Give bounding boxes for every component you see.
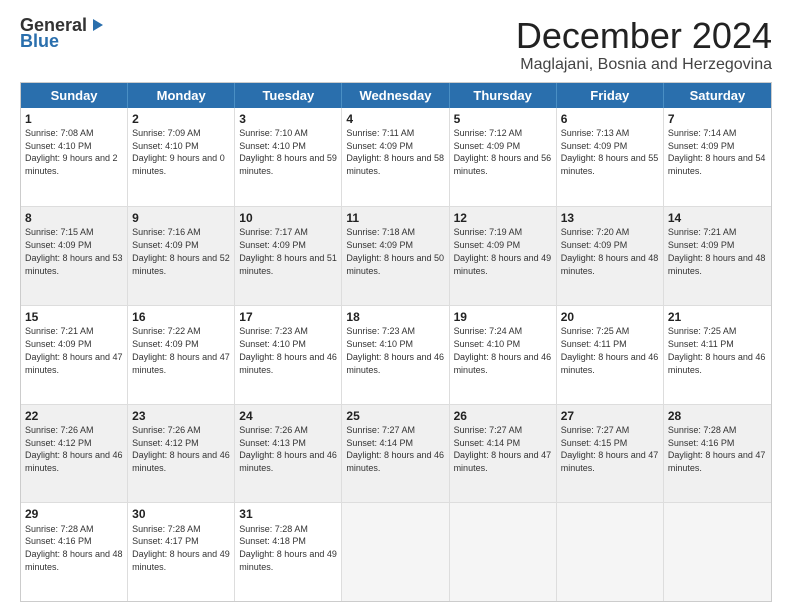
- day-10: 10 Sunrise: 7:17 AMSunset: 4:09 PMDaylig…: [235, 207, 342, 305]
- day-9: 9 Sunrise: 7:16 AMSunset: 4:09 PMDayligh…: [128, 207, 235, 305]
- week-row-5: 29 Sunrise: 7:28 AMSunset: 4:16 PMDaylig…: [21, 502, 771, 601]
- logo-blue: Blue: [20, 32, 105, 50]
- day-30: 30 Sunrise: 7:28 AMSunset: 4:17 PMDaylig…: [128, 503, 235, 601]
- calendar-header: Sunday Monday Tuesday Wednesday Thursday…: [21, 83, 771, 108]
- day-17: 17 Sunrise: 7:23 AMSunset: 4:10 PMDaylig…: [235, 306, 342, 404]
- day-4: 4 Sunrise: 7:11 AMSunset: 4:09 PMDayligh…: [342, 108, 449, 207]
- header-monday: Monday: [128, 83, 235, 108]
- day-13: 13 Sunrise: 7:20 AMSunset: 4:09 PMDaylig…: [557, 207, 664, 305]
- month-title: December 2024: [516, 16, 772, 56]
- week-row-4: 22 Sunrise: 7:26 AMSunset: 4:12 PMDaylig…: [21, 404, 771, 503]
- day-12: 12 Sunrise: 7:19 AMSunset: 4:09 PMDaylig…: [450, 207, 557, 305]
- week-row-3: 15 Sunrise: 7:21 AMSunset: 4:09 PMDaylig…: [21, 305, 771, 404]
- logo: General Blue: [20, 16, 105, 50]
- day-16: 16 Sunrise: 7:22 AMSunset: 4:09 PMDaylig…: [128, 306, 235, 404]
- calendar-body: 1 Sunrise: 7:08 AMSunset: 4:10 PMDayligh…: [21, 108, 771, 601]
- day-22: 22 Sunrise: 7:26 AMSunset: 4:12 PMDaylig…: [21, 405, 128, 503]
- day-26: 26 Sunrise: 7:27 AMSunset: 4:14 PMDaylig…: [450, 405, 557, 503]
- header-tuesday: Tuesday: [235, 83, 342, 108]
- day-11: 11 Sunrise: 7:18 AMSunset: 4:09 PMDaylig…: [342, 207, 449, 305]
- day-empty-1: [342, 503, 449, 601]
- day-25: 25 Sunrise: 7:27 AMSunset: 4:14 PMDaylig…: [342, 405, 449, 503]
- day-empty-3: [557, 503, 664, 601]
- day-28: 28 Sunrise: 7:28 AMSunset: 4:16 PMDaylig…: [664, 405, 771, 503]
- day-3: 3 Sunrise: 7:10 AMSunset: 4:10 PMDayligh…: [235, 108, 342, 207]
- day-2: 2 Sunrise: 7:09 AMSunset: 4:10 PMDayligh…: [128, 108, 235, 207]
- day-31: 31 Sunrise: 7:28 AMSunset: 4:18 PMDaylig…: [235, 503, 342, 601]
- day-8: 8 Sunrise: 7:15 AMSunset: 4:09 PMDayligh…: [21, 207, 128, 305]
- header-thursday: Thursday: [450, 83, 557, 108]
- day-1: 1 Sunrise: 7:08 AMSunset: 4:10 PMDayligh…: [21, 108, 128, 207]
- header: General Blue December 2024 Maglajani, Bo…: [20, 16, 772, 74]
- day-27: 27 Sunrise: 7:27 AMSunset: 4:15 PMDaylig…: [557, 405, 664, 503]
- day-20: 20 Sunrise: 7:25 AMSunset: 4:11 PMDaylig…: [557, 306, 664, 404]
- day-23: 23 Sunrise: 7:26 AMSunset: 4:12 PMDaylig…: [128, 405, 235, 503]
- title-section: December 2024 Maglajani, Bosnia and Herz…: [516, 16, 772, 74]
- day-5: 5 Sunrise: 7:12 AMSunset: 4:09 PMDayligh…: [450, 108, 557, 207]
- day-7: 7 Sunrise: 7:14 AMSunset: 4:09 PMDayligh…: [664, 108, 771, 207]
- header-wednesday: Wednesday: [342, 83, 449, 108]
- week-row-1: 1 Sunrise: 7:08 AMSunset: 4:10 PMDayligh…: [21, 108, 771, 207]
- day-24: 24 Sunrise: 7:26 AMSunset: 4:13 PMDaylig…: [235, 405, 342, 503]
- header-sunday: Sunday: [21, 83, 128, 108]
- logo-triangle-icon: [89, 17, 105, 33]
- calendar-page: General Blue December 2024 Maglajani, Bo…: [0, 0, 792, 612]
- day-19: 19 Sunrise: 7:24 AMSunset: 4:10 PMDaylig…: [450, 306, 557, 404]
- day-29: 29 Sunrise: 7:28 AMSunset: 4:16 PMDaylig…: [21, 503, 128, 601]
- header-saturday: Saturday: [664, 83, 771, 108]
- day-15: 15 Sunrise: 7:21 AMSunset: 4:09 PMDaylig…: [21, 306, 128, 404]
- calendar: Sunday Monday Tuesday Wednesday Thursday…: [20, 82, 772, 602]
- day-empty-4: [664, 503, 771, 601]
- day-21: 21 Sunrise: 7:25 AMSunset: 4:11 PMDaylig…: [664, 306, 771, 404]
- day-6: 6 Sunrise: 7:13 AMSunset: 4:09 PMDayligh…: [557, 108, 664, 207]
- week-row-2: 8 Sunrise: 7:15 AMSunset: 4:09 PMDayligh…: [21, 206, 771, 305]
- day-14: 14 Sunrise: 7:21 AMSunset: 4:09 PMDaylig…: [664, 207, 771, 305]
- day-18: 18 Sunrise: 7:23 AMSunset: 4:10 PMDaylig…: [342, 306, 449, 404]
- header-friday: Friday: [557, 83, 664, 108]
- day-empty-2: [450, 503, 557, 601]
- location-title: Maglajani, Bosnia and Herzegovina: [516, 56, 772, 74]
